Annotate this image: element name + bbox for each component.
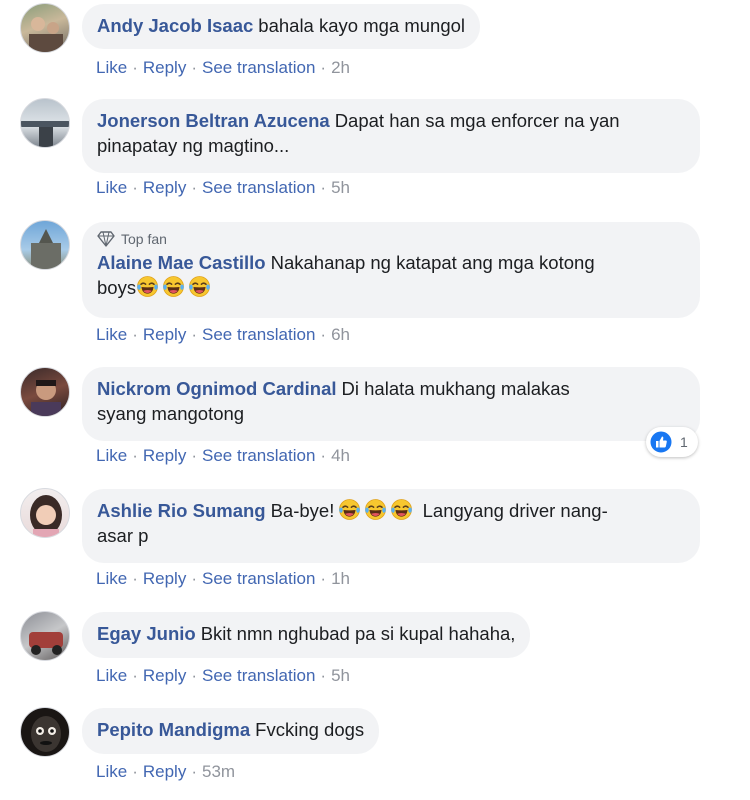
comment-text: Di halata mukhang malakas xyxy=(341,378,570,399)
timestamp[interactable]: 4h xyxy=(331,446,350,465)
see-translation-link[interactable]: See translation xyxy=(202,325,315,344)
like-button[interactable]: Like xyxy=(96,58,127,77)
comment-text: Bkit nmn nghubad pa si kupal hahaha, xyxy=(200,623,516,644)
comment-text-cont: Langyang driver nang- xyxy=(422,500,608,521)
top-fan-label: Top fan xyxy=(121,231,167,247)
comment-bubble: Andy Jacob Isaac bahala kayo mga mungol xyxy=(82,4,481,49)
comment-text: Fvcking dogs xyxy=(255,719,365,740)
diamond-icon xyxy=(97,231,115,247)
avatar[interactable] xyxy=(20,488,70,538)
timestamp[interactable]: 1h xyxy=(331,569,350,588)
comment-bubble: Jonerson Beltran Azucena Dapat han sa mga… xyxy=(82,99,700,173)
see-translation-link[interactable]: See translation xyxy=(202,446,315,465)
author-name[interactable]: Jonerson Beltran Azucena xyxy=(97,110,330,131)
avatar[interactable] xyxy=(20,611,70,661)
reaction-count: 1 xyxy=(680,434,688,450)
timestamp[interactable]: 6h xyxy=(331,325,350,344)
like-button[interactable]: Like xyxy=(96,569,127,588)
avatar[interactable] xyxy=(20,707,70,757)
reaction-summary[interactable]: 1 xyxy=(646,427,698,457)
comment-actions: Like · Reply · See translation · 1h xyxy=(96,569,350,588)
reply-button[interactable]: Reply xyxy=(143,762,186,781)
like-button[interactable]: Like xyxy=(96,178,127,197)
comment-actions: Like · Reply · See translation · 2h xyxy=(96,58,350,77)
reply-button[interactable]: Reply xyxy=(143,446,186,465)
author-name[interactable]: Alaine Mae Castillo xyxy=(97,252,266,273)
avatar[interactable] xyxy=(20,220,70,270)
author-name[interactable]: Pepito Mandigma xyxy=(97,719,250,740)
comment-text: Ba-bye! xyxy=(270,500,335,521)
comment-actions: Like · Reply · See translation · 6h xyxy=(96,325,350,344)
reply-button[interactable]: Reply xyxy=(143,666,186,685)
laughing-emoji xyxy=(137,276,159,297)
avatar[interactable] xyxy=(20,3,70,53)
comment-actions: Like · Reply · See translation · 4h xyxy=(96,446,350,465)
like-thumb-icon xyxy=(649,430,673,454)
comment-text: Nakahanap ng katapat ang mga kotong xyxy=(270,252,595,273)
see-translation-link[interactable]: See translation xyxy=(202,178,315,197)
timestamp[interactable]: 2h xyxy=(331,58,350,77)
comment-text-line2: asar p xyxy=(97,525,149,546)
author-name[interactable]: Egay Junio xyxy=(97,623,196,644)
avatar[interactable] xyxy=(20,367,70,417)
timestamp[interactable]: 5h xyxy=(331,178,350,197)
reply-button[interactable]: Reply xyxy=(143,58,186,77)
comment-bubble: Pepito Mandigma Fvcking dogs xyxy=(82,708,380,754)
top-fan-badge: Top fan xyxy=(97,230,685,248)
timestamp[interactable]: 5h xyxy=(331,666,350,685)
comment-text-line2: pinapatay ng magtino... xyxy=(97,135,290,156)
comment-actions: Like · Reply · See translation · 5h xyxy=(96,666,350,685)
timestamp[interactable]: 53m xyxy=(202,762,235,781)
comment-bubble: Nickrom Ognimod Cardinal Di halata mukhan… xyxy=(82,367,700,441)
reply-button[interactable]: Reply xyxy=(143,569,186,588)
like-button[interactable]: Like xyxy=(96,762,127,781)
see-translation-link[interactable]: See translation xyxy=(202,569,315,588)
comment-actions: Like · Reply · 53m xyxy=(96,762,236,781)
comment-actions: Like · Reply · See translation · 5h xyxy=(96,178,350,197)
laughing-emoji xyxy=(365,499,387,520)
laughing-emoji xyxy=(339,499,361,520)
comment-bubble: Ashlie Rio Sumang Ba-bye! Langyang driver… xyxy=(82,489,700,563)
see-translation-link[interactable]: See translation xyxy=(202,58,315,77)
author-name[interactable]: Nickrom Ognimod Cardinal xyxy=(97,378,337,399)
author-name[interactable]: Andy Jacob Isaac xyxy=(97,15,253,36)
comment-text: Dapat han sa mga enforcer na yan xyxy=(334,110,620,131)
like-button[interactable]: Like xyxy=(96,666,127,685)
reply-button[interactable]: Reply xyxy=(143,178,186,197)
like-button[interactable]: Like xyxy=(96,446,127,465)
comment-text-line2: syang mangotong xyxy=(97,403,245,424)
comment-bubble: Top fan Alaine Mae Castillo Nakahanap ng … xyxy=(82,222,700,318)
laughing-emoji xyxy=(391,499,413,520)
reply-button[interactable]: Reply xyxy=(143,325,186,344)
see-translation-link[interactable]: See translation xyxy=(202,666,315,685)
avatar[interactable] xyxy=(20,98,70,148)
like-button[interactable]: Like xyxy=(96,325,127,344)
comment-text: bahala kayo mga mungol xyxy=(258,15,466,36)
laughing-emoji xyxy=(163,276,185,297)
comment-bubble: Egay Junio Bkit nmn nghubad pa si kupal h… xyxy=(82,612,531,658)
comment-text-line2: boys xyxy=(97,277,137,298)
author-name[interactable]: Ashlie Rio Sumang xyxy=(97,500,266,521)
laughing-emoji xyxy=(189,276,211,297)
